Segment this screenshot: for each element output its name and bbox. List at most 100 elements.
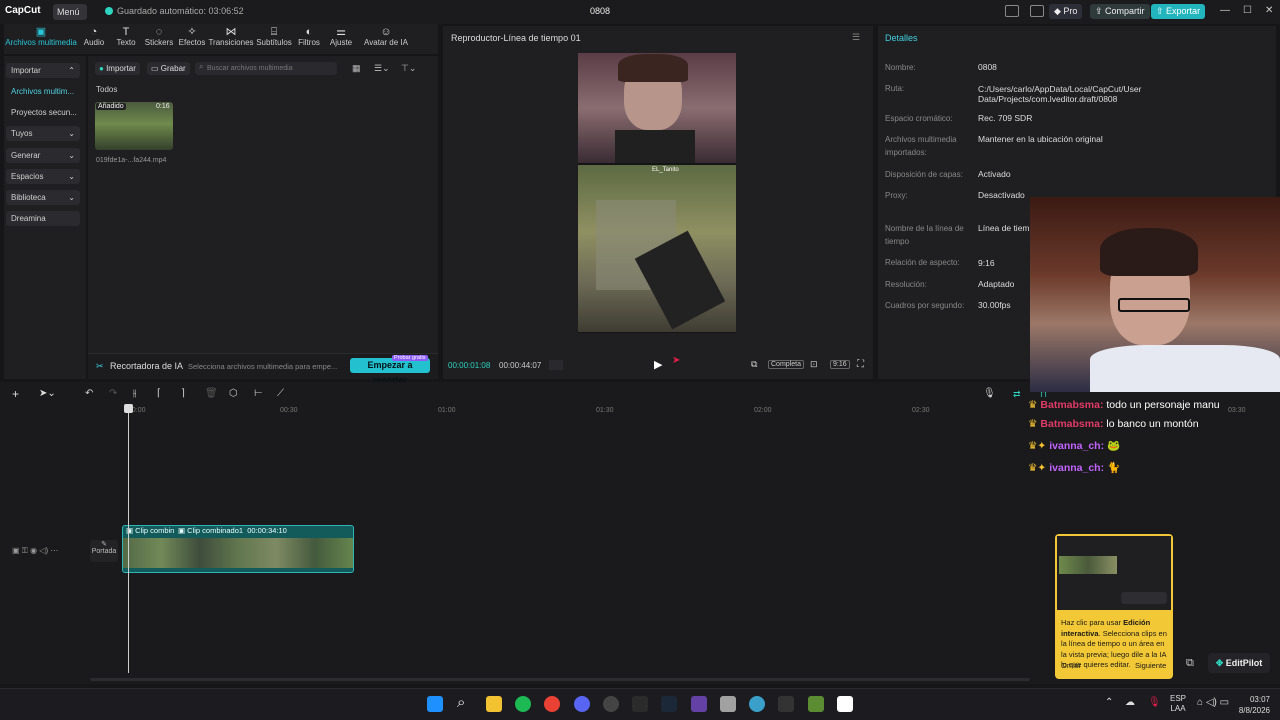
share-button[interactable]: ⇪ Compartir bbox=[1090, 4, 1150, 19]
autosave-status: Guardado automático: 03:06:52 bbox=[105, 6, 244, 16]
link-icon[interactable]: ⇄ bbox=[1013, 389, 1021, 400]
editpilot-button[interactable]: ✥ EditPilot bbox=[1208, 653, 1270, 673]
chat-message: ♛✦ ivanna_ch: 🐸 bbox=[1028, 439, 1120, 452]
tray-app-icon[interactable]: ☁ bbox=[1125, 697, 1135, 708]
free-trial-badge: Probar gratis bbox=[392, 355, 428, 361]
steam-icon[interactable] bbox=[661, 696, 677, 712]
trim-left-icon[interactable]: ⌈ bbox=[157, 388, 161, 399]
marker-icon[interactable]: ⬡ bbox=[229, 388, 238, 399]
all-label: Todos bbox=[96, 85, 118, 94]
ruler-tick: 02:30 bbox=[912, 407, 930, 414]
import-button[interactable]: ● Importar bbox=[95, 62, 140, 75]
windows-start-icon[interactable] bbox=[427, 696, 443, 712]
ruler-tick: 01:00 bbox=[438, 407, 456, 414]
spotify-icon[interactable] bbox=[515, 696, 531, 712]
player-menu-icon[interactable]: ☰ bbox=[852, 32, 860, 43]
network-icon[interactable]: ⌂ ◁) ▭ bbox=[1197, 697, 1229, 708]
playhead-handle[interactable] bbox=[124, 404, 133, 413]
nav-yours[interactable]: Tuyos ⌄ bbox=[6, 126, 80, 141]
record-button[interactable]: ▭ Grabar bbox=[147, 62, 190, 75]
import-label: Importar bbox=[106, 64, 136, 73]
filter-icon[interactable]: ⊤⌄ bbox=[401, 63, 416, 74]
playhead[interactable] bbox=[128, 405, 129, 673]
add-track-icon[interactable]: + bbox=[12, 387, 19, 401]
sort-icon[interactable]: ☰⌄ bbox=[374, 63, 390, 74]
tray-mic-icon[interactable]: 🎙 bbox=[1148, 697, 1161, 708]
nav-import[interactable]: Importar ⌃ bbox=[6, 63, 80, 78]
split-icon[interactable]: ⫲ bbox=[133, 388, 136, 399]
crop-icon[interactable]: ⧉ bbox=[751, 359, 757, 370]
full-quality-button[interactable]: Completa bbox=[768, 360, 804, 369]
track-lock-icon[interactable]: ▣ ⚿ ◉ ◁) ⋯ bbox=[12, 546, 58, 556]
tool-label: Avatar de IA bbox=[364, 38, 408, 47]
delete-icon[interactable]: 🗑 bbox=[205, 388, 218, 399]
clock[interactable]: 03:07 8/8/2026 bbox=[1236, 694, 1270, 716]
skip-button[interactable]: Omitir bbox=[1061, 661, 1081, 670]
aspect-ratio-button[interactable]: 9:16 bbox=[830, 360, 850, 369]
trim-right-icon[interactable]: ⌉ bbox=[181, 388, 185, 399]
chat-user: ivanna_ch: bbox=[1049, 440, 1105, 452]
browser-icon[interactable] bbox=[749, 696, 765, 712]
file-explorer-icon[interactable] bbox=[486, 696, 502, 712]
nav-generate[interactable]: Generar ⌄ bbox=[6, 148, 80, 163]
epic-games-icon[interactable] bbox=[632, 696, 648, 712]
discord-icon[interactable] bbox=[574, 696, 590, 712]
nav-media-files[interactable]: Archivos multim... bbox=[6, 84, 80, 99]
tool-media[interactable]: ▣ Archivos multimedia bbox=[4, 26, 78, 47]
nav-dreamina[interactable]: Dreamina bbox=[6, 211, 80, 226]
pro-button[interactable]: ◆ Pro bbox=[1049, 4, 1083, 19]
app-icon[interactable] bbox=[720, 696, 736, 712]
menu-button[interactable]: Menú ⌄ bbox=[53, 4, 87, 33]
nav-library[interactable]: Biblioteca ⌄ bbox=[6, 190, 80, 205]
fullscreen-icon[interactable]: ⛶ bbox=[857, 359, 864, 370]
shortcuts-icon[interactable] bbox=[1030, 5, 1044, 17]
minimize-icon[interactable]: — bbox=[1220, 5, 1230, 16]
details-title: Detalles bbox=[885, 33, 918, 43]
export-button[interactable]: ⇧ Exportar bbox=[1151, 4, 1206, 19]
fit-icon[interactable]: ⊡ bbox=[810, 359, 818, 370]
ruler-tick: 02:00 bbox=[754, 407, 772, 414]
menu-label: Menú bbox=[57, 7, 80, 17]
cover-button[interactable]: ✎ Portada bbox=[90, 540, 118, 562]
language-indicator[interactable]: ESP LAA bbox=[1170, 694, 1186, 714]
chrome-icon[interactable] bbox=[544, 696, 560, 712]
grid-view-icon[interactable]: ▦ bbox=[352, 63, 361, 74]
clip-label-2: ▣ Clip combinado1 00:00:34:10 bbox=[178, 526, 287, 535]
ai-avatar-icon: ☺ bbox=[380, 26, 392, 38]
capcut-taskbar-icon[interactable] bbox=[837, 696, 853, 712]
nav-spaces[interactable]: Espacios ⌄ bbox=[6, 169, 80, 184]
interactive-edit-icon[interactable]: ⧉ bbox=[1186, 657, 1194, 670]
terminal-icon[interactable] bbox=[778, 696, 794, 712]
capcut-logo: CapCut bbox=[5, 5, 41, 16]
microphone-icon[interactable]: 🎙 bbox=[983, 388, 996, 399]
tool-ai-avatar[interactable]: ☺ Avatar de IA bbox=[356, 26, 416, 47]
play-icon[interactable]: ▶ bbox=[654, 358, 662, 371]
redo-icon[interactable]: ↷ bbox=[109, 388, 117, 399]
nav-secondary-projects[interactable]: Proyectos secun... bbox=[6, 105, 80, 120]
timecode-toggle[interactable] bbox=[549, 360, 563, 370]
magic-icon[interactable]: ⟋ bbox=[277, 388, 284, 399]
total-time: 00:00:44:07 bbox=[499, 361, 542, 370]
next-button[interactable]: Siguiente bbox=[1135, 661, 1166, 670]
current-time: 00:00:01:08 bbox=[448, 361, 491, 370]
thumb-duration: 0:16 bbox=[156, 103, 170, 110]
minecraft-icon[interactable] bbox=[808, 696, 824, 712]
nav-label: Archivos multim... bbox=[11, 87, 75, 96]
maximize-icon[interactable]: ☐ bbox=[1243, 5, 1252, 16]
shirt-shape bbox=[615, 130, 695, 163]
chevron-down-icon: ⌄ bbox=[68, 151, 75, 160]
twitch-icon[interactable] bbox=[691, 696, 707, 712]
chat-text: todo un personaje manu bbox=[1106, 399, 1220, 411]
search-icon[interactable]: ⌕ bbox=[457, 694, 465, 711]
close-icon[interactable]: ✕ bbox=[1265, 5, 1273, 16]
tool-transitions[interactable]: ⋈ Transiciones bbox=[208, 26, 254, 47]
layout-icon[interactable] bbox=[1005, 5, 1019, 17]
undo-icon[interactable]: ↶ bbox=[85, 388, 93, 399]
obs-icon[interactable] bbox=[603, 696, 619, 712]
search-input[interactable]: Buscar archivos multimedia bbox=[195, 62, 337, 75]
freeze-icon[interactable]: ⊢ bbox=[254, 388, 263, 399]
select-tool-icon[interactable]: ➤⌄ bbox=[39, 388, 56, 399]
tray-chevron-icon[interactable]: ⌃ bbox=[1105, 697, 1113, 708]
timeline-scrollbar[interactable] bbox=[90, 678, 1030, 681]
tool-label: Texto bbox=[116, 38, 136, 47]
